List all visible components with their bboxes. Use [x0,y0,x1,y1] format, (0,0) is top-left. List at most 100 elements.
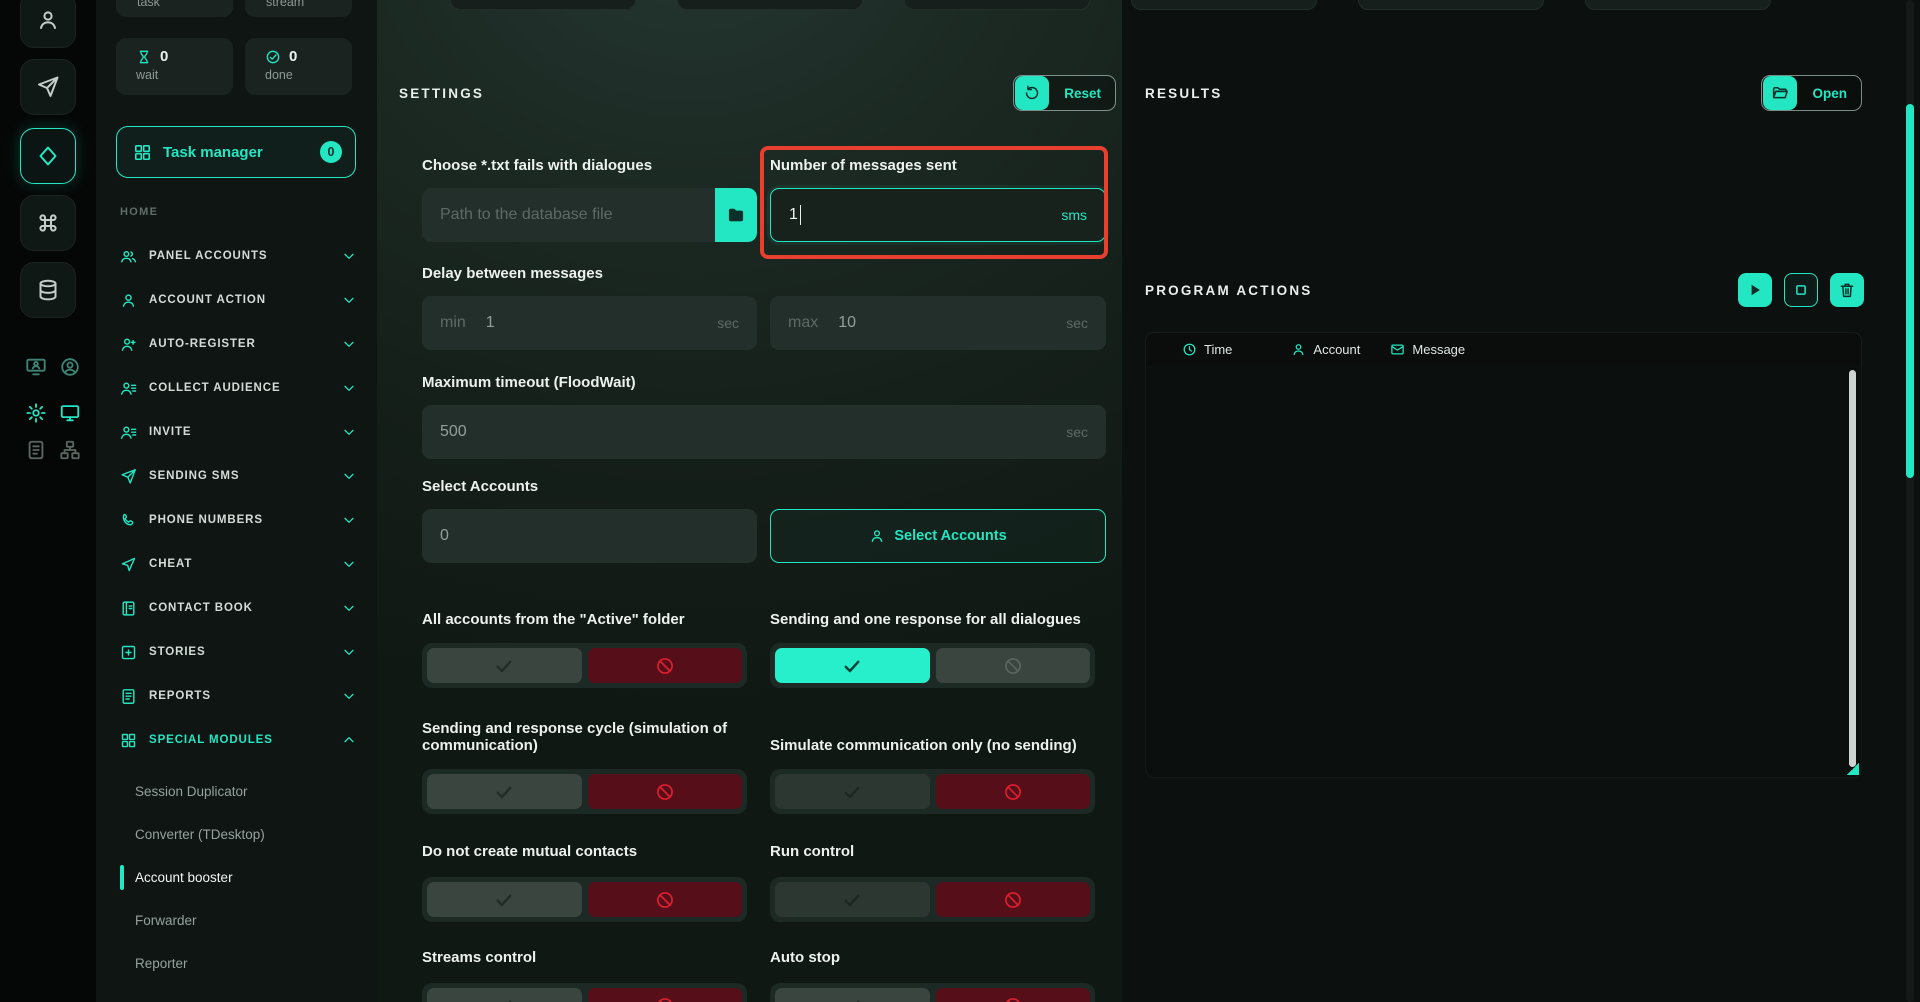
messages-sent-label: Number of messages sent [770,156,1106,176]
check-icon [842,996,862,1002]
sidebar-item-special-modules[interactable]: SPECIAL MODULES [96,718,377,762]
cursor-icon [120,556,137,573]
delay-min-value: 1 [486,314,495,332]
top-toolbar-button-5[interactable] [1358,0,1544,10]
sidebar-item-collect-audience[interactable]: COLLECT AUDIENCE [96,366,377,410]
delete-button[interactable] [1830,273,1864,307]
top-toolbar-button-3[interactable] [904,0,1090,10]
sidebar-item-auto-register[interactable]: AUTO-REGISTER [96,322,377,366]
sitemap-icon[interactable] [58,438,82,462]
toggle-active-folder [422,643,747,688]
text-caret [800,205,802,225]
submenu-session-duplicator[interactable]: Session Duplicator [96,770,377,813]
reset-button[interactable]: Reset [1013,75,1116,111]
toggle-yes-option[interactable] [775,648,930,683]
submenu-forwarder[interactable]: Forwarder [96,899,377,942]
sidebar-item-contact-book[interactable]: CONTACT BOOK [96,586,377,630]
submenu-reporter[interactable]: Reporter [96,942,377,985]
rail-profile-button[interactable] [20,0,76,48]
gear-icon[interactable] [24,401,48,425]
toggle-yes-option[interactable] [775,882,930,917]
toggle-no-option[interactable] [936,988,1091,1002]
sidebar-item-sending-sms[interactable]: SENDING SMS [96,454,377,498]
results-panel: RESULTS Open PROGRAM ACTIONS Time Accoun… [1122,0,1920,1002]
sidebar-menu: PANEL ACCOUNTS ACCOUNT ACTION AUTO-REGIS… [96,234,377,762]
file-path-input[interactable]: Path to the database file [422,188,757,242]
toggle-yes-option[interactable] [427,882,582,917]
top-toolbar-button-1[interactable] [450,0,636,10]
toggle-no-option[interactable] [588,882,743,917]
ban-icon [655,890,675,910]
messages-sent-input[interactable]: 1 sms [770,188,1106,242]
top-toolbar-button-2[interactable] [677,0,863,10]
user-lines-icon [120,424,137,441]
pc-user-icon[interactable] [24,355,48,379]
toggle-no-option[interactable] [588,774,743,809]
toggle-yes-option[interactable] [775,988,930,1002]
accounts-count-input[interactable]: 0 [422,509,757,563]
rail-modules-button[interactable] [20,128,76,184]
rail-database-button[interactable] [20,262,76,318]
sidebar-item-invite[interactable]: INVITE [96,410,377,454]
open-button[interactable]: Open [1761,75,1862,111]
toggle-yes-option[interactable] [775,774,930,809]
submenu-account-booster[interactable]: Account booster [96,856,377,899]
toggle-yes-option[interactable] [427,648,582,683]
rail-send-button[interactable] [20,59,76,115]
delay-max-input[interactable]: max 10 sec [770,296,1106,350]
toggle-no-option[interactable] [588,988,743,1002]
delay-max-value: 10 [838,314,856,332]
check-icon [842,890,862,910]
file-path-placeholder: Path to the database file [422,206,715,224]
timeout-input[interactable]: 500 sec [422,405,1106,459]
user-icon [869,528,885,544]
user-circle-icon[interactable] [58,355,82,379]
settings-row-toggles-4: Streams control Auto stop [422,944,1106,1002]
sidebar-item-account-action[interactable]: ACCOUNT ACTION [96,278,377,322]
window-scrollbar-thumb[interactable] [1906,104,1914,478]
browse-folder-button[interactable] [715,188,757,242]
doc-icon[interactable] [24,438,48,462]
folder-open-icon [1763,76,1797,110]
clock-icon [1182,342,1197,357]
select-accounts-button[interactable]: Select Accounts [770,509,1106,563]
toggle-one-response [770,643,1095,688]
settings-row-file-messages: Choose *.txt fails with dialogues Path t… [422,156,1106,242]
settings-title: SETTINGS [399,86,484,101]
sidebar-item-reports[interactable]: REPORTS [96,674,377,718]
settings-row-toggles-1: All accounts from the "Active" folder Se… [422,584,1106,688]
file-field-label: Choose *.txt fails with dialogues [422,156,757,176]
task-manager-badge: 0 [320,141,342,163]
table-resize-handle[interactable] [1847,763,1859,775]
timeout-unit: sec [1066,424,1088,440]
settings-row-timeout: Maximum timeout (FloodWait) 500 sec [422,373,1106,459]
task-manager-button[interactable]: Task manager 0 [116,126,356,178]
monitor-icon[interactable] [58,401,82,425]
top-toolbar-button-6[interactable] [1585,0,1771,10]
toggle-yes-option[interactable] [427,988,582,1002]
toggle-no-option[interactable] [936,648,1091,683]
stop-button[interactable] [1784,273,1818,307]
settings-row-toggles-2: Sending and response cycle (simulation o… [422,710,1106,814]
delay-min-unit: sec [717,315,739,331]
rail-command-button[interactable] [20,195,76,251]
sidebar-item-cheat[interactable]: CHEAT [96,542,377,586]
sidebar-item-panel-accounts[interactable]: PANEL ACCOUNTS [96,234,377,278]
toggle-no-option[interactable] [936,774,1091,809]
toggle-no-option[interactable] [588,648,743,683]
submenu-converter-tdesktop[interactable]: Converter (TDesktop) [96,813,377,856]
sidebar-item-stories[interactable]: STORIES [96,630,377,674]
table-scrollbar[interactable] [1849,370,1856,767]
delay-min-input[interactable]: min 1 sec [422,296,757,350]
toggle-no-option[interactable] [936,882,1091,917]
top-toolbar-button-4[interactable] [1131,0,1317,10]
sidebar-item-phone-numbers[interactable]: PHONE NUMBERS [96,498,377,542]
toggle-yes-option[interactable] [427,774,582,809]
settings-header: SETTINGS Reset [399,75,1116,111]
task-card[interactable]: task [116,0,233,17]
ban-icon [1003,996,1023,1002]
stream-card[interactable]: stream [245,0,352,17]
program-actions-table: Time Account Message [1145,332,1862,778]
mail-icon [1390,342,1405,357]
play-button[interactable] [1738,273,1772,307]
